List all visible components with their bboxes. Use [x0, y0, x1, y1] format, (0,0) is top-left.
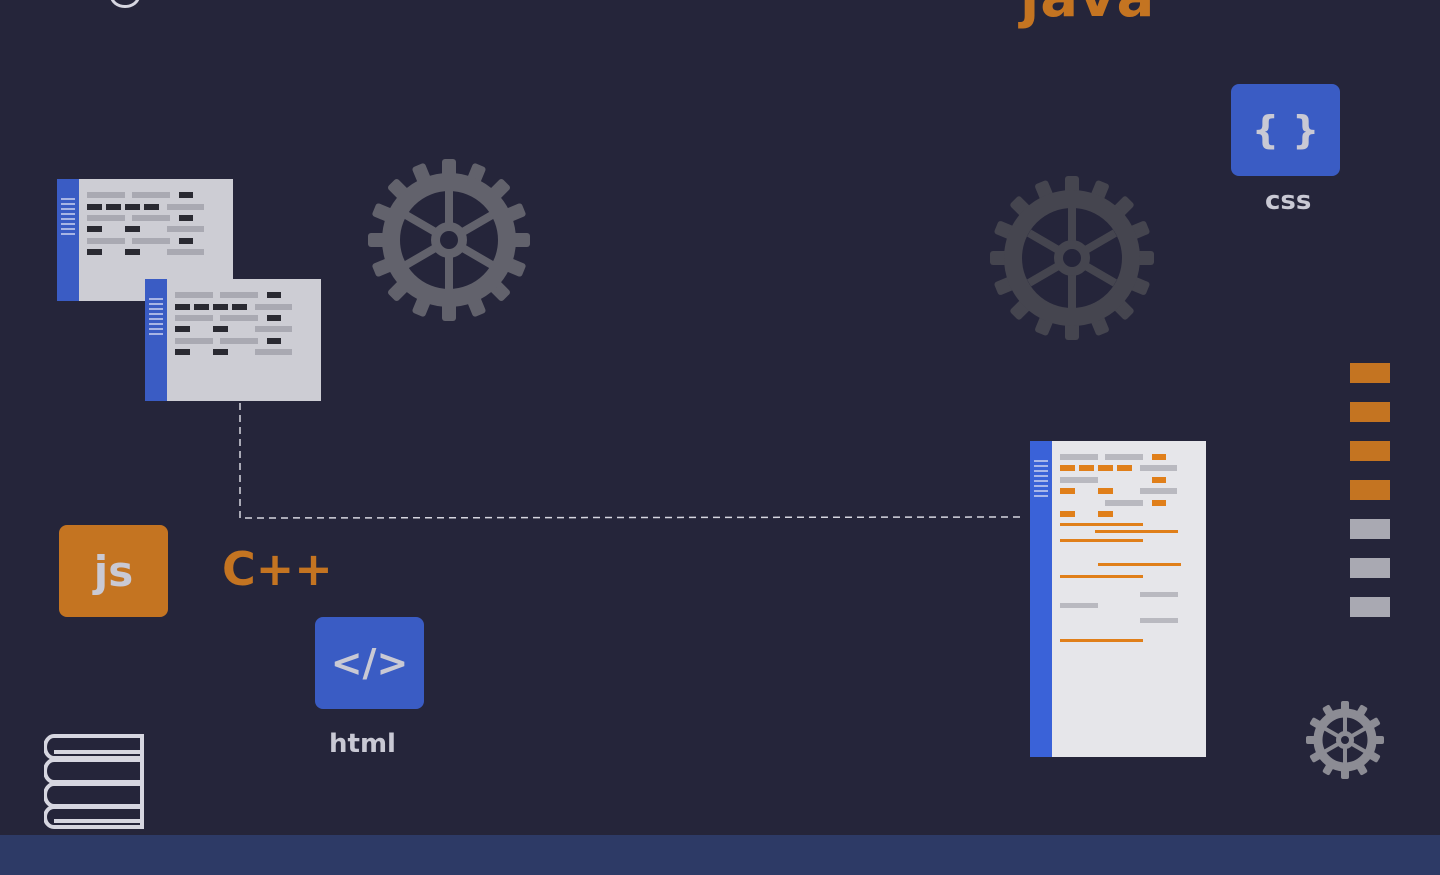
html-symbol: </>: [330, 641, 409, 685]
bottom-bar: [0, 835, 1440, 875]
books-stack-icon: [44, 734, 144, 829]
gear-icon: [990, 176, 1154, 340]
js-label: js: [93, 546, 134, 596]
dashed-connector: [239, 403, 1021, 519]
gear-icon: [368, 159, 530, 321]
html-badge-icon: </>: [315, 617, 424, 709]
gear-icon: [1306, 701, 1384, 779]
code-window-icon: [1030, 441, 1206, 757]
js-badge-icon: js: [59, 525, 168, 617]
html-label: html: [329, 729, 396, 759]
cpp-label: C++: [222, 542, 333, 596]
